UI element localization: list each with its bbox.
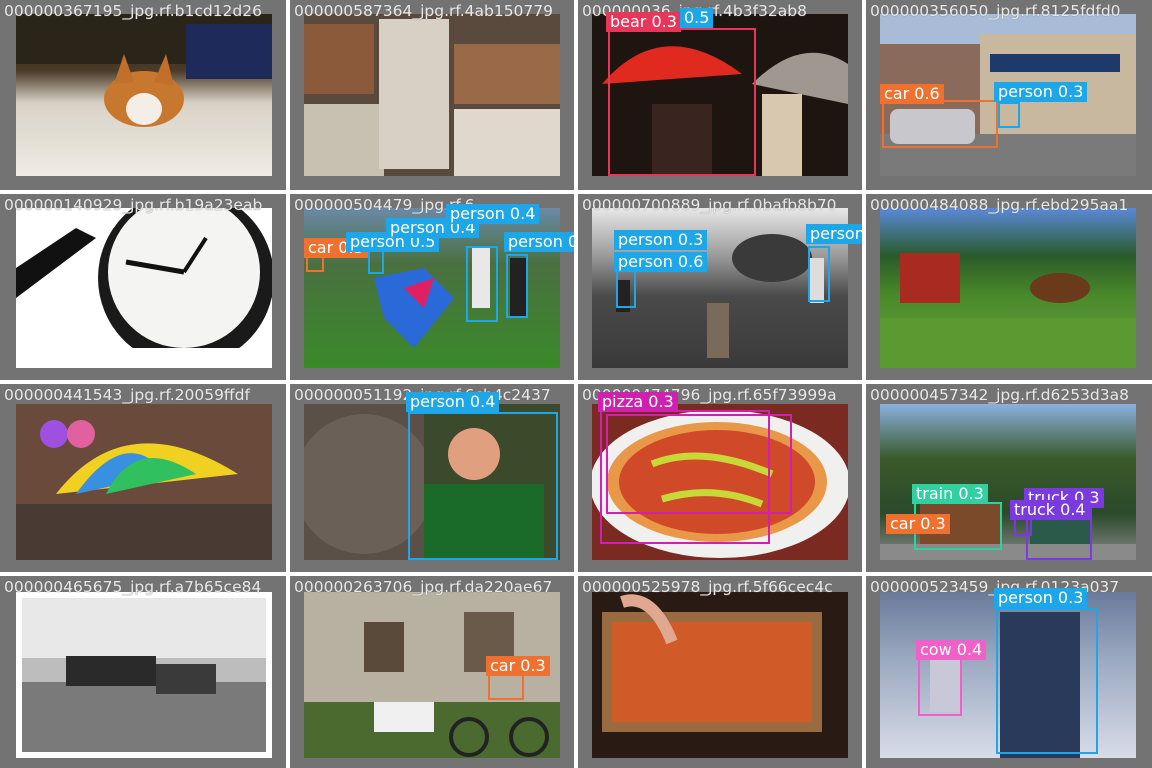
tile-filename: 000000457342_jpg.rf.d6253d3a8 bbox=[870, 386, 1129, 404]
tile-image bbox=[16, 14, 272, 176]
detection-box bbox=[506, 254, 528, 318]
tile-image bbox=[304, 14, 560, 176]
tile-filename: 000000465675_jpg.rf.a7b65ce84 bbox=[4, 578, 262, 596]
tile-14: 000000263706_jpg.rf.da220ae67 car 0.3 bbox=[290, 576, 574, 768]
detection-label: car 0.3 bbox=[886, 514, 950, 534]
detection-label: cow 0.4 bbox=[916, 640, 987, 660]
detection-box bbox=[488, 672, 524, 700]
tile-filename: 000000587364_jpg.rf.4ab150779 bbox=[294, 2, 553, 20]
tile-4: 000000356050_jpg.rf.8125fdfd0 car 0.6 pe… bbox=[866, 0, 1152, 190]
detection-label: 0.5 bbox=[680, 8, 714, 28]
tile-image bbox=[592, 592, 848, 758]
detection-label: person 0.6 bbox=[614, 252, 708, 272]
detection-box bbox=[600, 410, 770, 544]
tile-filename: 000000441543_jpg.rf.20059ffdf bbox=[4, 386, 250, 404]
detection-label: person 0.3 bbox=[994, 82, 1088, 102]
detection-box bbox=[466, 246, 498, 322]
corgi-illustration bbox=[16, 14, 272, 127]
detection-box bbox=[996, 608, 1098, 754]
tile-image bbox=[880, 208, 1136, 368]
detection-label: pizza 0.3 bbox=[598, 392, 678, 412]
tile-1: 000000367195_jpg.rf.b1cd12d26 bbox=[0, 0, 286, 190]
farm-illustration bbox=[880, 253, 1136, 368]
detection-label: train 0.3 bbox=[912, 484, 988, 504]
tile-10: 000000051192_jpg.rf.6cb4c2437 person 0.4 bbox=[290, 384, 574, 572]
clock-illustration bbox=[16, 208, 272, 368]
tile-3: 000000036_jpg.rf.4b3f32ab8 bear 0.3 0.5 bbox=[578, 0, 862, 190]
detection-box bbox=[882, 100, 998, 148]
tile-15: 000000525978_jpg.rf.5f66cec4c bbox=[578, 576, 862, 768]
tile-filename: 000000367195_jpg.rf.b1cd12d26 bbox=[4, 2, 262, 20]
dough-illustration bbox=[602, 594, 822, 732]
tile-7: 000000700889_jpg.rf.0bafb8b70 person 0.3… bbox=[578, 194, 862, 380]
detection-label: person 0.7 bbox=[806, 224, 862, 244]
detection-label: car 0.3 bbox=[486, 656, 550, 676]
tile-filename: 000000525978_jpg.rf.5f66cec4c bbox=[582, 578, 833, 596]
tile-11: 000000474796_jpg.rf.65f73999a pizza 0.3 bbox=[578, 384, 862, 572]
detection-label: person 0.3 bbox=[994, 588, 1088, 608]
rainbow-umbrella-illustration bbox=[16, 420, 272, 560]
tile-16: 000000523459_jpg.rf.0123a037 person 0.3 … bbox=[866, 576, 1152, 768]
tile-12: 000000457342_jpg.rf.d6253d3a8 train 0.3 … bbox=[866, 384, 1152, 572]
tile-5: 000000140929_jpg.rf.b19a23eab bbox=[0, 194, 286, 380]
detection-box bbox=[408, 412, 558, 560]
detection-box bbox=[608, 28, 756, 176]
detection-label: car 0.6 bbox=[880, 84, 944, 104]
tile-image bbox=[16, 404, 272, 560]
tile-2: 000000587364_jpg.rf.4ab150779 bbox=[290, 0, 574, 190]
tile-filename: 000000700889_jpg.rf.0bafb8b70 bbox=[582, 196, 837, 214]
tile-filename: 000000356050_jpg.rf.8125fdfd0 bbox=[870, 2, 1121, 20]
detection-box bbox=[808, 246, 830, 302]
detection-label: person 0.4 bbox=[504, 232, 574, 252]
tile-filename: 000000484088_jpg.rf.ebd295aa1 bbox=[870, 196, 1129, 214]
detection-label: person 0.3 bbox=[614, 230, 708, 250]
tile-filename: 000000263706_jpg.rf.da220ae67 bbox=[294, 578, 553, 596]
tile-6: 000000504479_jpg.rf.6 car 0.3 person 0.5… bbox=[290, 194, 574, 380]
detection-label: person 0.4 bbox=[406, 392, 500, 412]
tile-13: 000000465675_jpg.rf.a7b65ce84 bbox=[0, 576, 286, 768]
detection-box bbox=[998, 102, 1020, 128]
tile-image bbox=[16, 592, 272, 758]
detection-box bbox=[918, 658, 962, 716]
detection-label: person 0.4 bbox=[446, 204, 540, 224]
beach-illustration bbox=[22, 598, 266, 752]
tile-filename: 000000140929_jpg.rf.b19a23eab bbox=[4, 196, 263, 214]
suitcases-illustration bbox=[304, 19, 560, 176]
detection-label: truck 0.4 bbox=[1010, 500, 1090, 520]
tile-8: 000000484088_jpg.rf.ebd295aa1 bbox=[866, 194, 1152, 380]
tile-9: 000000441543_jpg.rf.20059ffdf bbox=[0, 384, 286, 572]
tile-image bbox=[16, 208, 272, 368]
detection-box bbox=[306, 256, 324, 272]
detection-label: bear 0.3 bbox=[606, 12, 681, 32]
